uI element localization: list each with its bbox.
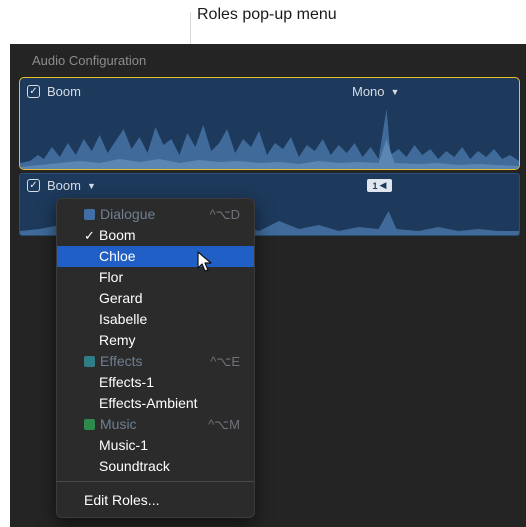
mouse-pointer-icon [197,251,212,272]
chevron-down-icon: ▼ [86,181,96,191]
menu-header-dialogue: Dialogue ^⌥D [57,204,254,225]
role-color-swatch [84,419,95,430]
keyboard-shortcut: ^⌥E [210,354,240,369]
roles-popup-button[interactable]: Boom ▼ [47,178,96,193]
menu-item-gerard[interactable]: Gerard [57,288,254,309]
menu-item-effects-ambient[interactable]: Effects-Ambient [57,393,254,414]
roles-popup-menu: Dialogue ^⌥D ✓ Boom Chloe Flor Gerard Is… [56,198,255,518]
menu-item-remy[interactable]: Remy [57,330,254,351]
keyboard-shortcut: ^⌥D [209,207,240,222]
menu-item-flor[interactable]: Flor [57,267,254,288]
audio-clip-boom-mono[interactable] [19,77,520,170]
menu-item-chloe[interactable]: Chloe [57,246,254,267]
menu-item-isabelle[interactable]: Isabelle [57,309,254,330]
clip-role-label: Boom [47,178,81,193]
section-title: Audio Configuration [32,53,147,68]
clip-enable-checkbox[interactable]: ✓ [27,179,40,192]
channel-number: 1 [372,180,378,191]
speaker-icon: ◀ [379,180,387,190]
menu-divider [57,481,254,482]
role-color-swatch [84,356,95,367]
menu-header-music: Music ^⌥M [57,414,254,435]
waveform [20,109,519,169]
channel-config-popup[interactable]: Mono ▼ [352,84,399,99]
menu-item-edit-roles[interactable]: Edit Roles... [57,490,254,511]
keyboard-shortcut: ^⌥M [208,417,240,432]
clip-enable-checkbox[interactable]: ✓ [27,85,40,98]
menu-item-music-1[interactable]: Music-1 [57,435,254,456]
menu-item-effects-1[interactable]: Effects-1 [57,372,254,393]
menu-item-soundtrack[interactable]: Soundtrack [57,456,254,477]
menu-header-effects: Effects ^⌥E [57,351,254,372]
channel-badge: 1 ◀ [367,179,392,192]
callout-label: Roles pop-up menu [197,6,337,23]
clip-role-label: Boom [47,84,81,99]
channel-config-label: Mono [352,84,385,99]
menu-item-boom[interactable]: ✓ Boom [57,225,254,246]
chevron-down-icon: ▼ [390,87,400,97]
role-color-swatch [84,209,95,220]
checkmark-icon: ✓ [84,228,95,243]
